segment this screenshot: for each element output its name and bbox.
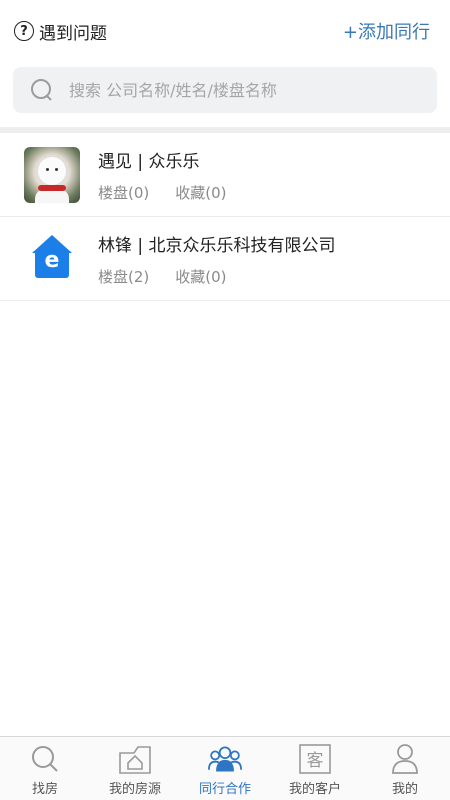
customer-icon-text: 客 (307, 751, 324, 771)
favorites-count: 收藏(0) (175, 183, 227, 202)
colleague-name: 林锋 | 北京众乐乐科技有限公司 (98, 235, 336, 256)
tab-label: 我的客户 (288, 782, 341, 797)
bottom-tab-bar: 找房 我的房源 同行合作 客 我的客户 我的 (0, 736, 450, 800)
question-icon: ? (14, 21, 34, 41)
customer-icon: 客 (298, 742, 332, 776)
listings-count: 楼盘(0) (98, 183, 150, 202)
people-icon (208, 742, 242, 776)
tab-peer-cooperation[interactable]: 同行合作 (180, 737, 270, 800)
listings-count: 楼盘(2) (98, 267, 150, 286)
tab-label: 同行合作 (198, 782, 251, 797)
help-link[interactable]: ? 遇到问题 (14, 19, 107, 44)
tab-my-customers[interactable]: 客 我的客户 (270, 737, 360, 800)
help-label: 遇到问题 (39, 23, 107, 44)
logo-glyph: e (44, 247, 60, 273)
person-icon (388, 742, 422, 776)
tab-label: 找房 (31, 782, 58, 797)
avatar (24, 146, 80, 203)
tab-label: 我的 (391, 782, 418, 797)
search-input[interactable] (69, 80, 419, 100)
search-icon (28, 742, 62, 776)
tab-my-listings[interactable]: 我的房源 (90, 737, 180, 800)
tab-find-house[interactable]: 找房 (0, 737, 90, 800)
list-item[interactable]: 遇见 | 众乐乐 楼盘(0) 收藏(0) (0, 133, 450, 217)
search-bar[interactable] (13, 67, 437, 113)
company-logo: e (24, 230, 80, 287)
list-item[interactable]: e 林锋 | 北京众乐乐科技有限公司 楼盘(2) 收藏(0) (0, 217, 450, 301)
colleague-name: 遇见 | 众乐乐 (98, 151, 200, 172)
colleague-list: 遇见 | 众乐乐 楼盘(0) 收藏(0) e 林锋 | 北京众乐乐科技有限公司 … (0, 133, 450, 301)
search-icon (31, 79, 53, 101)
tab-me[interactable]: 我的 (360, 737, 450, 800)
tab-label: 我的房源 (108, 782, 161, 797)
add-colleague-button[interactable]: +添加同行 (343, 18, 430, 44)
header: ? 遇到问题 +添加同行 (0, 0, 450, 62)
favorites-count: 收藏(0) (175, 267, 227, 286)
house-icon (118, 742, 152, 776)
